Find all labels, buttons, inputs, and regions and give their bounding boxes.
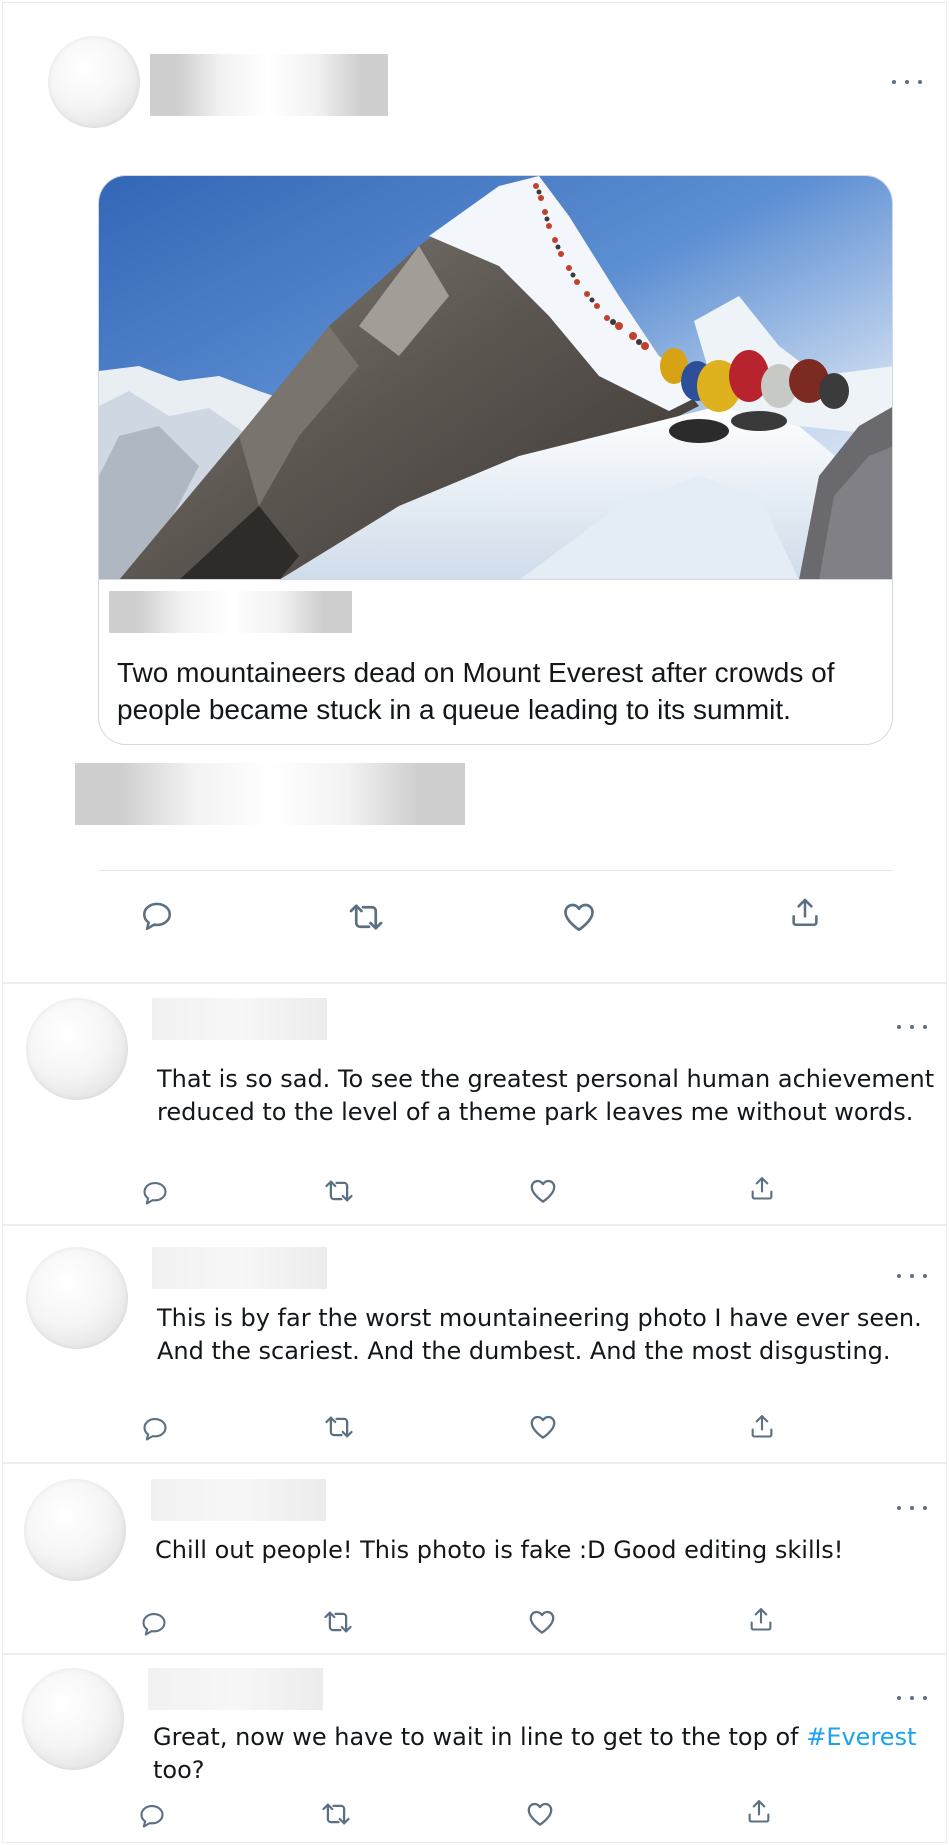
author-name-redacted[interactable] — [150, 54, 388, 116]
card-image-everest-queue — [99, 176, 892, 580]
share-icon[interactable] — [745, 1797, 773, 1825]
section-separator — [2, 1653, 947, 1655]
more-options-icon[interactable] — [897, 1017, 927, 1037]
reply-text-line: That is so sad. To see the greatest pers… — [157, 1065, 935, 1093]
avatar[interactable] — [26, 998, 128, 1100]
divider — [98, 870, 893, 871]
reply-text-line: This is by far the worst mountaineering … — [157, 1304, 922, 1332]
share-icon[interactable] — [747, 1605, 775, 1633]
tweet-date-redacted — [75, 763, 465, 825]
section-separator — [2, 1224, 947, 1226]
reply-author-redacted[interactable] — [152, 1247, 327, 1289]
avatar[interactable] — [48, 36, 140, 128]
reply-text: Great, now we have to wait in line to ge… — [153, 1723, 807, 1751]
reply-author-redacted[interactable] — [152, 998, 327, 1040]
section-separator — [2, 982, 947, 984]
retweet-icon[interactable] — [324, 1176, 354, 1206]
everest-photo — [99, 176, 892, 579]
like-icon[interactable] — [528, 1412, 558, 1442]
share-icon[interactable] — [748, 1174, 776, 1202]
card-source-redacted — [109, 591, 352, 633]
reply-text-line: And the scariest. And the dumbest. And t… — [157, 1337, 891, 1365]
reply-author-redacted[interactable] — [151, 1479, 326, 1521]
link-card[interactable]: Two mountaineers dead on Mount Everest a… — [98, 175, 893, 745]
reply-text-line: Great, now we have to wait in line to ge… — [153, 1721, 916, 1754]
reply-icon[interactable] — [140, 899, 174, 933]
avatar[interactable] — [24, 1479, 126, 1581]
hashtag-everest-link[interactable]: #Everest — [806, 1723, 916, 1751]
like-icon[interactable] — [561, 899, 597, 935]
reply-text-line: reduced to the level of a theme park lea… — [157, 1098, 914, 1126]
avatar[interactable] — [22, 1668, 124, 1770]
reply-icon[interactable] — [141, 1179, 169, 1207]
reply-author-redacted[interactable] — [148, 1668, 323, 1710]
retweet-icon[interactable] — [348, 899, 384, 935]
more-options-icon[interactable] — [892, 72, 922, 92]
reply-text-line: Chill out people! This photo is fake :D … — [155, 1536, 844, 1564]
more-options-icon[interactable] — [897, 1498, 927, 1518]
avatar[interactable] — [26, 1247, 128, 1349]
retweet-icon[interactable] — [324, 1412, 354, 1442]
reply-text-line: too? — [153, 1756, 205, 1784]
reply-icon[interactable] — [140, 1610, 168, 1638]
reply-icon[interactable] — [138, 1802, 166, 1830]
more-options-icon[interactable] — [897, 1688, 927, 1708]
retweet-icon[interactable] — [321, 1799, 351, 1829]
share-icon[interactable] — [788, 895, 822, 929]
section-separator — [2, 1462, 947, 1464]
like-icon[interactable] — [527, 1607, 557, 1637]
retweet-icon[interactable] — [323, 1607, 353, 1637]
more-options-icon[interactable] — [897, 1266, 927, 1286]
like-icon[interactable] — [528, 1176, 558, 1206]
reply-icon[interactable] — [141, 1415, 169, 1443]
like-icon[interactable] — [525, 1799, 555, 1829]
card-headline: Two mountaineers dead on Mount Everest a… — [117, 657, 835, 725]
share-icon[interactable] — [748, 1412, 776, 1440]
